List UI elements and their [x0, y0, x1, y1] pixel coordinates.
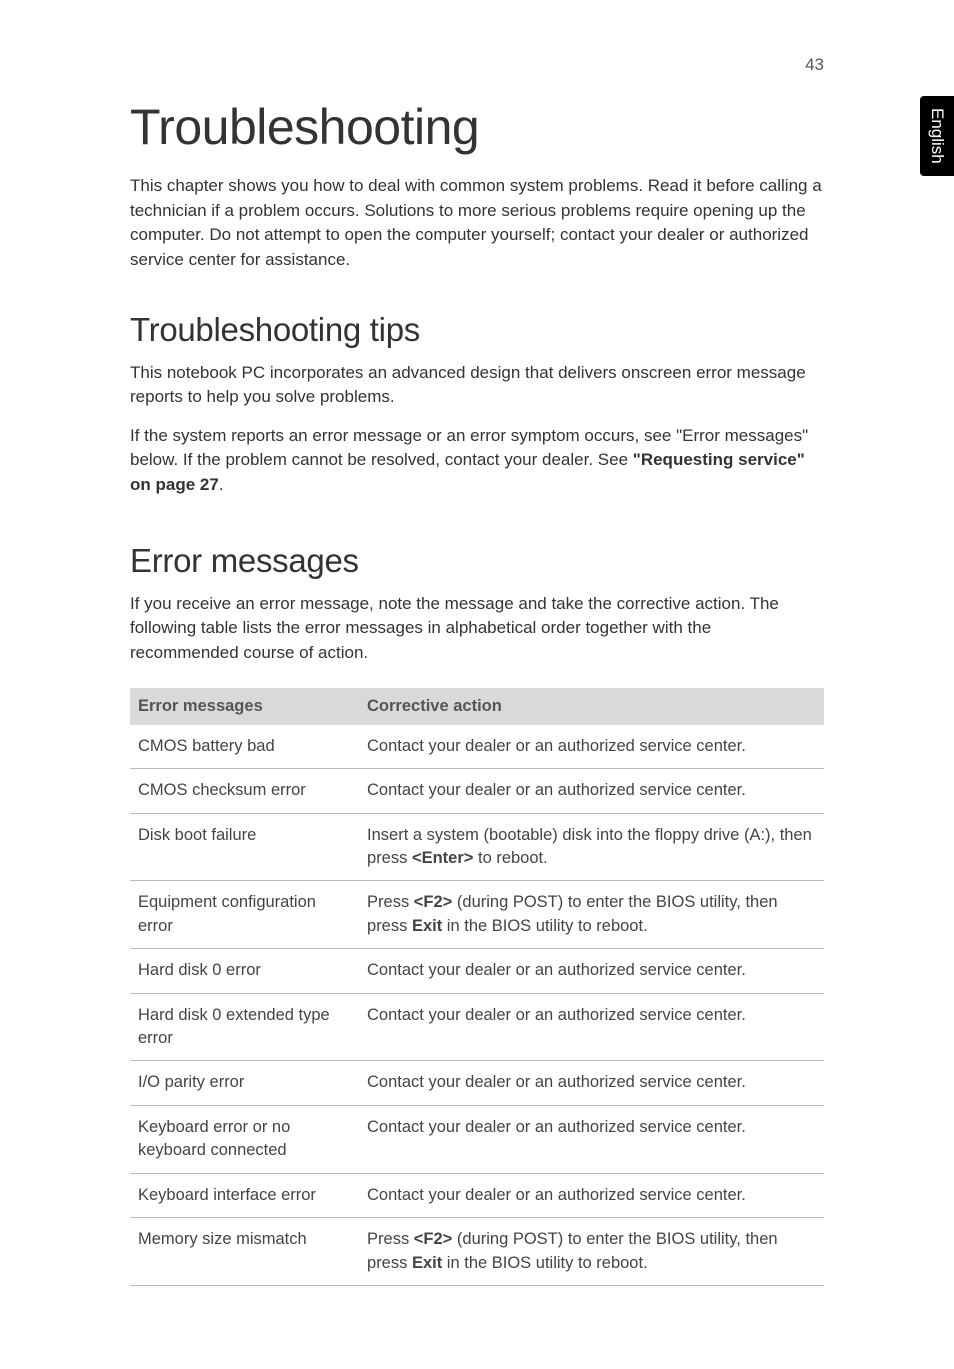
corrective-action: Contact your dealer or an authorized ser…	[359, 1061, 824, 1105]
error-name: Hard disk 0 error	[130, 949, 359, 993]
corrective-action: Press <F2> (during POST) to enter the BI…	[359, 881, 824, 949]
table-row: Keyboard error or no keyboard connected …	[130, 1105, 824, 1173]
text-fragment: Press	[367, 893, 414, 911]
error-name: Equipment configuration error	[130, 881, 359, 949]
table-row: Hard disk 0 error Contact your dealer or…	[130, 949, 824, 993]
table-row: CMOS battery bad Contact your dealer or …	[130, 725, 824, 769]
corrective-action: Contact your dealer or an authorized ser…	[359, 769, 824, 813]
corrective-action: Insert a system (bootable) disk into the…	[359, 813, 824, 881]
page-number: 43	[805, 55, 824, 75]
text-fragment: in the BIOS utility to reboot.	[442, 917, 647, 935]
table-row: Memory size mismatch Press <F2> (during …	[130, 1218, 824, 1286]
section-heading-tips: Troubleshooting tips	[130, 311, 824, 349]
ui-label: Exit	[412, 917, 442, 935]
section-text: If you receive an error message, note th…	[130, 592, 824, 666]
corrective-action: Contact your dealer or an authorized ser…	[359, 1105, 824, 1173]
text-fragment: Press	[367, 1230, 414, 1248]
error-name: Keyboard error or no keyboard connected	[130, 1105, 359, 1173]
table-row: I/O parity error Contact your dealer or …	[130, 1061, 824, 1105]
error-messages-table: Error messages Corrective action CMOS ba…	[130, 688, 824, 1286]
error-name: CMOS checksum error	[130, 769, 359, 813]
ui-label: Exit	[412, 1254, 442, 1272]
text-fragment: to reboot.	[473, 849, 547, 867]
key-name: <F2>	[414, 893, 453, 911]
error-name: I/O parity error	[130, 1061, 359, 1105]
key-name: <Enter>	[412, 849, 473, 867]
table-row: Keyboard interface error Contact your de…	[130, 1173, 824, 1217]
corrective-action: Contact your dealer or an authorized ser…	[359, 993, 824, 1061]
error-name: CMOS battery bad	[130, 725, 359, 769]
section-heading-error-messages: Error messages	[130, 542, 824, 580]
page-title: Troubleshooting	[130, 98, 824, 156]
table-row: Disk boot failure Insert a system (boota…	[130, 813, 824, 881]
section-text: This notebook PC incorporates an advance…	[130, 361, 824, 410]
corrective-action: Contact your dealer or an authorized ser…	[359, 949, 824, 993]
key-name: <F2>	[414, 1230, 453, 1248]
error-name: Disk boot failure	[130, 813, 359, 881]
error-name: Memory size mismatch	[130, 1218, 359, 1286]
table-row: Equipment configuration error Press <F2>…	[130, 881, 824, 949]
table-row: CMOS checksum error Contact your dealer …	[130, 769, 824, 813]
corrective-action: Contact your dealer or an authorized ser…	[359, 1173, 824, 1217]
intro-paragraph: This chapter shows you how to deal with …	[130, 174, 824, 273]
table-row: Hard disk 0 extended type error Contact …	[130, 993, 824, 1061]
corrective-action: Contact your dealer or an authorized ser…	[359, 725, 824, 769]
error-name: Keyboard interface error	[130, 1173, 359, 1217]
section-text: If the system reports an error message o…	[130, 424, 824, 498]
text-fragment: .	[219, 475, 224, 494]
corrective-action: Press <F2> (during POST) to enter the BI…	[359, 1218, 824, 1286]
table-header: Error messages	[130, 688, 359, 725]
text-fragment: in the BIOS utility to reboot.	[442, 1254, 647, 1272]
language-tab: English	[920, 96, 954, 176]
table-header: Corrective action	[359, 688, 824, 725]
error-name: Hard disk 0 extended type error	[130, 993, 359, 1061]
